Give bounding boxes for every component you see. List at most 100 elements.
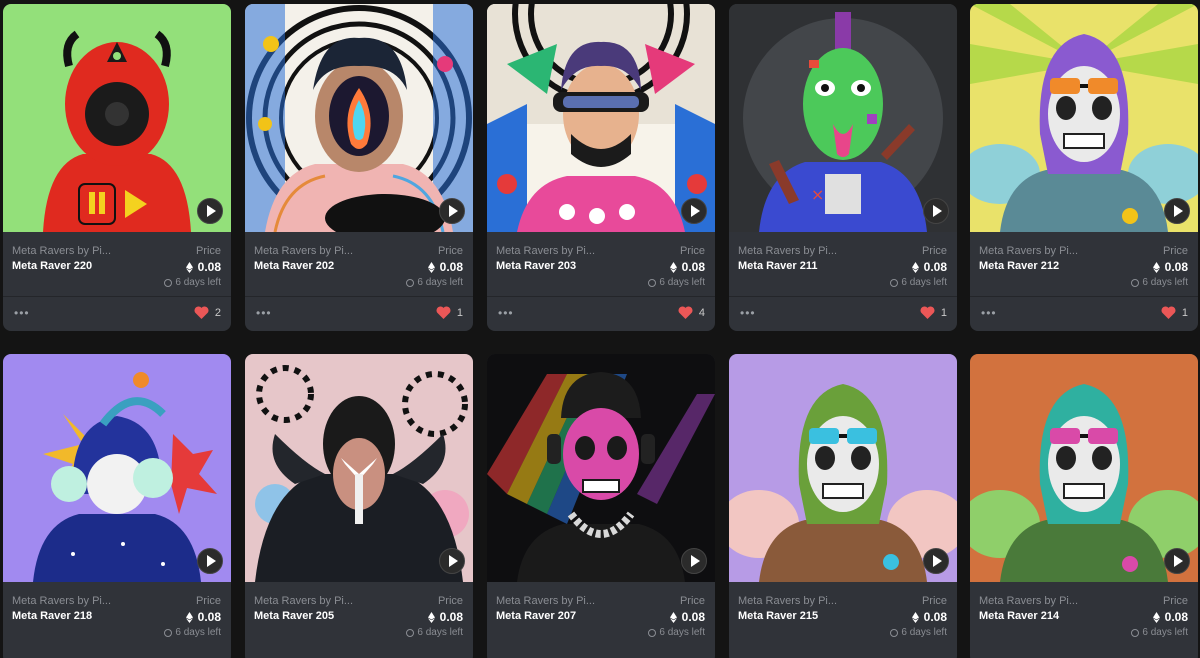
play-button[interactable] xyxy=(1164,548,1190,574)
play-button[interactable] xyxy=(1164,198,1190,224)
time-left-text: 6 days left xyxy=(1142,277,1188,288)
time-left: 6 days left xyxy=(406,627,463,638)
item-name[interactable]: Meta Raver 211 xyxy=(738,260,818,272)
time-left-text: 6 days left xyxy=(417,627,463,638)
item-name[interactable]: Meta Raver 207 xyxy=(496,610,576,622)
collection-name[interactable]: Meta Ravers by Pi... xyxy=(496,245,595,257)
price-label: Price xyxy=(921,595,947,607)
nft-artwork[interactable] xyxy=(245,354,473,582)
price-value: 0.08 xyxy=(1152,610,1188,624)
price-label: Price xyxy=(1162,245,1188,257)
favorite-button[interactable]: 1 xyxy=(1161,306,1188,319)
play-button[interactable] xyxy=(197,548,223,574)
price-label: Price xyxy=(1162,595,1188,607)
collection-name[interactable]: Meta Ravers by Pi... xyxy=(12,245,111,257)
item-name[interactable]: Meta Raver 214 xyxy=(979,610,1059,622)
more-options-icon[interactable]: ••• xyxy=(498,307,514,319)
nft-artwork-image xyxy=(245,354,473,582)
item-name[interactable]: Meta Raver 203 xyxy=(496,260,576,272)
nft-card[interactable]: Meta Ravers by Pi... Meta Raver 203 Pric… xyxy=(487,4,715,331)
favorite-button[interactable]: 4 xyxy=(678,306,705,319)
play-button[interactable] xyxy=(681,198,707,224)
nft-artwork[interactable] xyxy=(487,4,715,232)
collection-name[interactable]: Meta Ravers by Pi... xyxy=(12,595,111,607)
nft-card[interactable]: Meta Ravers by Pi... Meta Raver 215 Pric… xyxy=(729,354,957,658)
collection-name[interactable]: Meta Ravers by Pi... xyxy=(979,595,1078,607)
collection-name[interactable]: Meta Ravers by Pi... xyxy=(979,245,1078,257)
play-button[interactable] xyxy=(439,198,465,224)
nft-artwork[interactable] xyxy=(970,354,1198,582)
item-name[interactable]: Meta Raver 215 xyxy=(738,610,818,622)
play-button[interactable] xyxy=(439,548,465,574)
collection-name[interactable]: Meta Ravers by Pi... xyxy=(496,595,595,607)
nft-artwork-image xyxy=(729,354,957,582)
more-options-icon[interactable]: ••• xyxy=(14,307,30,319)
heart-icon xyxy=(678,306,693,319)
nft-artwork-image xyxy=(245,4,473,232)
play-icon xyxy=(1174,555,1183,567)
price-amount: 0.08 xyxy=(1164,610,1188,624)
more-options-icon[interactable]: ••• xyxy=(740,307,756,319)
nft-card[interactable]: × Meta Ravers by Pi... Meta Raver 211 Pr… xyxy=(729,4,957,331)
nft-card[interactable]: Meta Ravers by Pi... Meta Raver 218 Pric… xyxy=(3,354,231,658)
nft-artwork[interactable] xyxy=(3,4,231,232)
collection-name[interactable]: Meta Ravers by Pi... xyxy=(738,595,837,607)
more-options-icon[interactable]: ••• xyxy=(981,307,997,319)
item-name[interactable]: Meta Raver 218 xyxy=(12,610,92,622)
collection-name[interactable]: Meta Ravers by Pi... xyxy=(254,595,353,607)
collection-name[interactable]: Meta Ravers by Pi... xyxy=(738,245,837,257)
ethereum-icon xyxy=(669,611,677,623)
time-left-text: 6 days left xyxy=(1142,627,1188,638)
nft-artwork[interactable] xyxy=(3,354,231,582)
play-button[interactable] xyxy=(923,548,949,574)
time-left: 6 days left xyxy=(648,627,705,638)
more-options-icon[interactable]: ••• xyxy=(256,307,272,319)
time-left-text: 6 days left xyxy=(417,277,463,288)
nft-card[interactable]: Meta Ravers by Pi... Meta Raver 207 Pric… xyxy=(487,354,715,658)
time-left-text: 6 days left xyxy=(659,627,705,638)
favorite-button[interactable]: 1 xyxy=(920,306,947,319)
ethereum-icon xyxy=(185,611,193,623)
item-name[interactable]: Meta Raver 212 xyxy=(979,260,1059,272)
item-name[interactable]: Meta Raver 205 xyxy=(254,610,334,622)
favorite-button[interactable]: 1 xyxy=(436,306,463,319)
clock-icon xyxy=(890,278,899,287)
item-name[interactable]: Meta Raver 220 xyxy=(12,260,92,272)
nft-card[interactable]: Meta Ravers by Pi... Meta Raver 202 Pric… xyxy=(245,4,473,331)
card-footer: ••• 1 xyxy=(729,296,957,331)
like-count: 2 xyxy=(214,306,221,319)
nft-artwork[interactable] xyxy=(245,4,473,232)
nft-artwork[interactable] xyxy=(970,4,1198,232)
play-icon xyxy=(691,555,700,567)
time-left-text: 6 days left xyxy=(901,277,947,288)
price-label: Price xyxy=(921,245,947,257)
clock-icon xyxy=(648,628,657,637)
ethereum-icon xyxy=(1152,261,1160,273)
price-label: Price xyxy=(679,595,705,607)
collection-name[interactable]: Meta Ravers by Pi... xyxy=(254,245,353,257)
nft-artwork-image: × xyxy=(729,4,957,232)
heart-icon xyxy=(436,306,451,319)
price-label: Price xyxy=(195,245,221,257)
price-amount: 0.08 xyxy=(923,610,947,624)
play-button[interactable] xyxy=(923,198,949,224)
nft-card[interactable]: Meta Ravers by Pi... Meta Raver 220 Pric… xyxy=(3,4,231,331)
nft-card[interactable]: Meta Ravers by Pi... Meta Raver 214 Pric… xyxy=(970,354,1198,658)
nft-artwork[interactable]: × xyxy=(729,4,957,232)
play-button[interactable] xyxy=(681,548,707,574)
heart-icon xyxy=(920,306,935,319)
nft-artwork[interactable] xyxy=(729,354,957,582)
nft-card[interactable]: Meta Ravers by Pi... Meta Raver 212 Pric… xyxy=(970,4,1198,331)
like-count: 4 xyxy=(698,306,705,319)
price-amount: 0.08 xyxy=(681,260,705,274)
item-name[interactable]: Meta Raver 202 xyxy=(254,260,334,272)
price-value: 0.08 xyxy=(427,610,463,624)
time-left: 6 days left xyxy=(406,277,463,288)
price-amount: 0.08 xyxy=(439,260,463,274)
price-value: 0.08 xyxy=(427,260,463,274)
clock-icon xyxy=(890,628,899,637)
favorite-button[interactable]: 2 xyxy=(194,306,221,319)
nft-artwork[interactable] xyxy=(487,354,715,582)
play-button[interactable] xyxy=(197,198,223,224)
nft-card[interactable]: Meta Ravers by Pi... Meta Raver 205 Pric… xyxy=(245,354,473,658)
